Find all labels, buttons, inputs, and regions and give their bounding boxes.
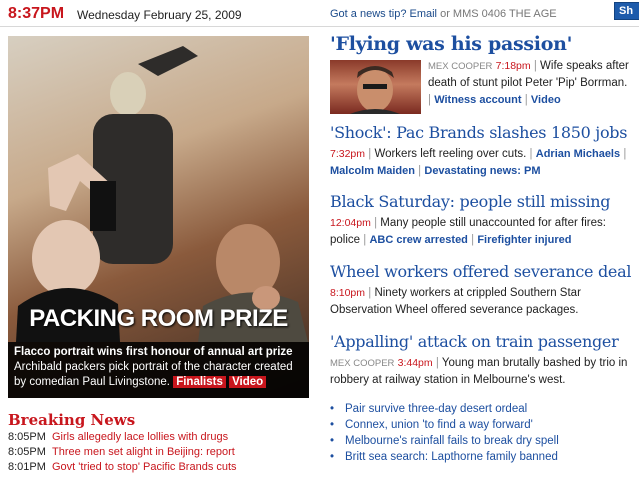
current-time: 8:37PM — [8, 5, 65, 22]
story-train-attack: 'Appalling' attack on train passenger ME… — [330, 332, 635, 389]
related-link[interactable]: Adrian Michaels — [536, 148, 620, 160]
story-pac-brands: 'Shock': Pac Brands slashes 1850 jobs 7:… — [330, 123, 635, 180]
hero-illustration — [16, 46, 308, 342]
news-tip: Got a news tip? Email or MMS 0406 THE AG… — [330, 8, 557, 20]
list-item: 8:05PM Girls allegedly lace lollies with … — [8, 430, 308, 445]
finalists-button[interactable]: Finalists — [173, 376, 226, 388]
story-thumbnail[interactable] — [330, 60, 421, 114]
breaking-news-title: Breaking News — [8, 411, 136, 429]
hero-caption: Flacco portrait wins first honour of ann… — [8, 342, 309, 398]
story-wheel-workers: Wheel workers offered severance deal 8:1… — [330, 262, 635, 319]
story-time: 7:32pm — [330, 148, 366, 160]
story-time: 7:18pm — [495, 60, 531, 72]
related-link[interactable]: Video — [531, 94, 561, 106]
item-link[interactable]: Govt 'tried to stop' Pacific Brands cuts — [52, 461, 237, 473]
story-headline[interactable]: Black Saturday: people still missing — [330, 192, 635, 212]
story-headline[interactable]: 'Appalling' attack on train passenger — [330, 332, 635, 352]
bullet-icon: • — [330, 403, 335, 415]
top-bar: 8:37PM Wednesday February 25, 2009 Got a… — [0, 0, 639, 27]
story-flying: 'Flying was his passion' — [330, 34, 635, 54]
story-summary: Workers left reeling over cuts. — [374, 148, 527, 160]
story-headline[interactable]: Wheel workers offered severance deal — [330, 262, 635, 282]
item-link[interactable]: Girls allegedly lace lollies with drugs — [52, 431, 228, 443]
story-time: 3:44pm — [397, 357, 433, 369]
email-link[interactable]: Email — [410, 8, 438, 20]
story-headline[interactable]: 'Shock': Pac Brands slashes 1850 jobs — [330, 123, 635, 143]
item-link[interactable]: Three men set alight in Beijing: report — [52, 446, 235, 458]
video-button[interactable]: Video — [229, 376, 267, 388]
list-item: 8:01PM Govt 'tried to stop' Pacific Brand… — [8, 460, 308, 475]
hero-headline[interactable]: PACKING ROOM PRIZE — [8, 305, 309, 333]
list-item: • Britt sea search: Lapthorne family bann… — [330, 449, 559, 465]
more-headlines-list: • Pair survive three-day desert ordeal • C… — [330, 401, 559, 465]
related-link[interactable]: Witness account — [434, 94, 521, 106]
story-headline[interactable]: 'Flying was his passion' — [330, 34, 635, 54]
list-item: • Pair survive three-day desert ordeal — [330, 401, 559, 417]
search-button[interactable]: Sh — [614, 2, 639, 20]
item-time: 8:05PM — [8, 446, 46, 458]
related-link[interactable]: Devastating news: PM — [424, 165, 540, 177]
story-byline: MEX COOPER — [428, 61, 493, 72]
story-black-saturday: Black Saturday: people still missing 12:… — [330, 192, 635, 249]
headline-link[interactable]: Connex, union 'to find a way forward' — [345, 419, 533, 431]
headline-link[interactable]: Melbourne's rainfall fails to break dry … — [345, 435, 559, 447]
story-time: 12:04pm — [330, 217, 371, 229]
current-date: Wednesday February 25, 2009 — [77, 8, 242, 22]
item-time: 8:05PM — [8, 431, 46, 443]
mms-text: or MMS 0406 THE AGE — [440, 8, 557, 20]
related-link[interactable]: Malcolm Maiden — [330, 165, 415, 177]
breaking-news-list: 8:05PM Girls allegedly lace lollies with … — [8, 430, 308, 475]
hero-caption-title[interactable]: Flacco portrait wins first honour of ann… — [14, 345, 303, 360]
bullet-icon: • — [330, 451, 335, 463]
story-flying-body: MEX COOPER 7:18pm | Wife speaks after de… — [428, 60, 629, 106]
list-item: 8:05PM Three men set alight in Beijing: r… — [8, 445, 308, 460]
bullet-icon: • — [330, 435, 335, 447]
story-time: 8:10pm — [330, 287, 366, 299]
list-item: • Melbourne's rainfall fails to break dry… — [330, 433, 559, 449]
thumbnail-photo — [350, 66, 400, 114]
related-link[interactable]: ABC crew arrested — [369, 234, 467, 246]
bullet-icon: • — [330, 419, 335, 431]
item-time: 8:01PM — [8, 461, 46, 473]
story-byline: MEX COOPER — [330, 358, 395, 369]
news-tip-link[interactable]: Got a news tip? — [330, 8, 406, 20]
headline-link[interactable]: Pair survive three-day desert ordeal — [345, 403, 527, 415]
list-item: • Connex, union 'to find a way forward' — [330, 417, 559, 433]
headline-link[interactable]: Britt sea search: Lapthorne family banne… — [345, 451, 558, 463]
related-link[interactable]: Firefighter injured — [477, 234, 571, 246]
hero-image[interactable]: PACKING ROOM PRIZE Flacco portrait wins … — [8, 36, 309, 398]
